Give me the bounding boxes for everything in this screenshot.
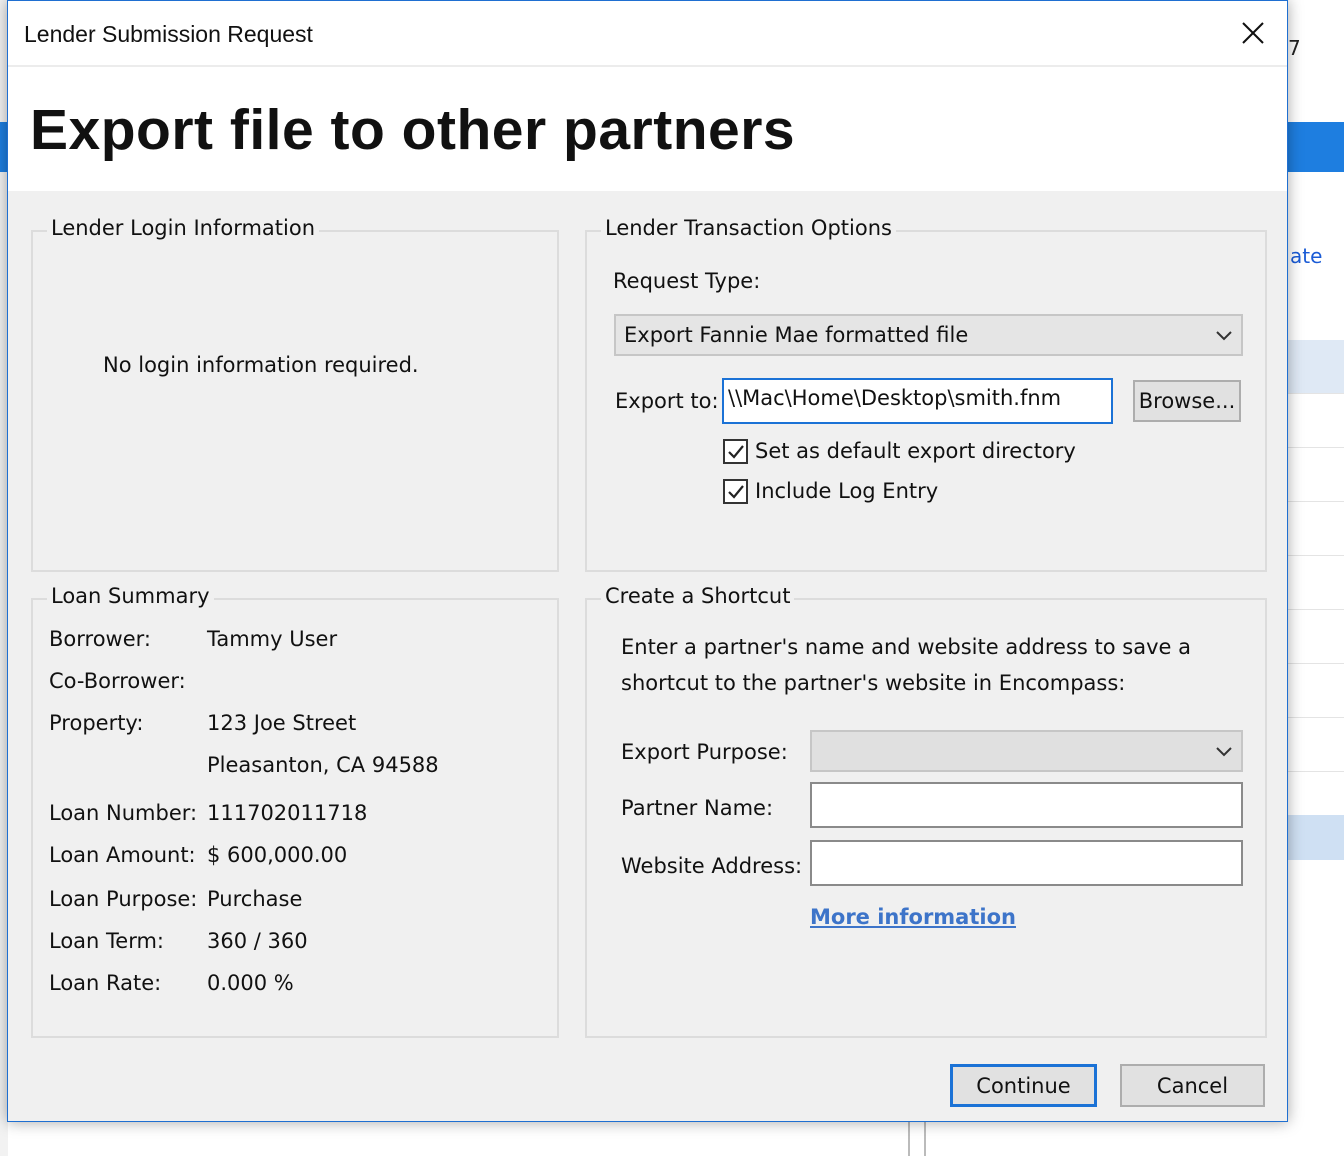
loan-purpose-label: Loan Purpose: bbox=[49, 887, 198, 911]
background-list bbox=[1288, 340, 1344, 820]
log-entry-checkbox[interactable] bbox=[723, 479, 748, 504]
loan-summary-group: Loan Summary Borrower: Tammy User Co-Bor… bbox=[31, 584, 559, 1038]
background-partial-number: 7 bbox=[1288, 36, 1301, 60]
partner-name-label: Partner Name: bbox=[621, 796, 774, 820]
more-information-link[interactable]: More information bbox=[810, 905, 1016, 929]
loan-summary-legend: Loan Summary bbox=[47, 584, 214, 608]
loan-amount-label: Loan Amount: bbox=[49, 843, 196, 867]
export-purpose-label: Export Purpose: bbox=[621, 740, 788, 764]
background-list-row bbox=[1288, 556, 1344, 610]
title-bar: Lender Submission Request bbox=[8, 1, 1287, 67]
cancel-button[interactable]: Cancel bbox=[1120, 1064, 1265, 1107]
background-list-row bbox=[1288, 394, 1344, 448]
export-to-label: Export to: bbox=[615, 389, 719, 413]
continue-button[interactable]: Continue bbox=[950, 1064, 1097, 1107]
transaction-options-legend: Lender Transaction Options bbox=[601, 216, 896, 240]
request-type-value: Export Fannie Mae formatted file bbox=[624, 323, 969, 347]
loan-amount-value: $ 600,000.00 bbox=[207, 843, 348, 867]
close-button[interactable] bbox=[1225, 1, 1281, 65]
borrower-value: Tammy User bbox=[207, 627, 338, 651]
loan-purpose-value: Purchase bbox=[207, 887, 303, 911]
loan-rate-value: 0.000 % bbox=[207, 971, 294, 995]
browse-button[interactable]: Browse... bbox=[1133, 380, 1241, 422]
background-list-row bbox=[1288, 664, 1344, 718]
background-list-row bbox=[1288, 502, 1344, 556]
dialog-title: Lender Submission Request bbox=[24, 21, 313, 47]
property-street-value: 123 Joe Street bbox=[207, 711, 357, 735]
request-type-label: Request Type: bbox=[613, 269, 761, 293]
default-directory-checkbox[interactable] bbox=[723, 439, 748, 464]
partner-name-field[interactable] bbox=[810, 782, 1243, 828]
export-path-value: \\Mac\Home\Desktop\smith.fnm bbox=[728, 386, 1062, 410]
background-scrollbar bbox=[908, 1122, 926, 1156]
loan-term-value: 360 / 360 bbox=[207, 929, 308, 953]
export-path-field[interactable]: \\Mac\Home\Desktop\smith.fnm bbox=[722, 378, 1113, 424]
export-purpose-dropdown[interactable] bbox=[810, 730, 1243, 772]
background-list-row bbox=[1288, 448, 1344, 502]
banner: Export file to other partners bbox=[8, 67, 1287, 191]
loan-term-label: Loan Term: bbox=[49, 929, 165, 953]
login-info-legend: Lender Login Information bbox=[47, 216, 320, 240]
shortcut-description-line1: Enter a partner's name and website addre… bbox=[621, 635, 1191, 659]
background-header-bar bbox=[1288, 122, 1344, 172]
request-type-dropdown[interactable]: Export Fannie Mae formatted file bbox=[614, 314, 1243, 356]
website-address-label: Website Address: bbox=[621, 854, 803, 878]
loan-number-label: Loan Number: bbox=[49, 801, 198, 825]
background-list-row bbox=[1288, 718, 1344, 772]
shortcut-description-line2: shortcut to the partner's website in Enc… bbox=[621, 671, 1126, 695]
background-list-row bbox=[1288, 610, 1344, 664]
chevron-down-icon bbox=[1216, 331, 1232, 341]
banner-title: Export file to other partners bbox=[30, 98, 796, 162]
checkmark-icon bbox=[727, 444, 744, 459]
property-label: Property: bbox=[49, 711, 144, 735]
borrower-label: Borrower: bbox=[49, 627, 151, 651]
background-list-row bbox=[1288, 340, 1344, 394]
login-info-group: Lender Login Information No login inform… bbox=[31, 216, 559, 572]
default-directory-label[interactable]: Set as default export directory bbox=[755, 439, 1076, 463]
loan-rate-label: Loan Rate: bbox=[49, 971, 162, 995]
transaction-options-group: Lender Transaction Options Request Type:… bbox=[585, 216, 1267, 572]
background-selected-row bbox=[1288, 815, 1344, 860]
property-city-value: Pleasanton, CA 94588 bbox=[207, 753, 439, 777]
co-borrower-label: Co-Borrower: bbox=[49, 669, 186, 693]
background-partial-link[interactable]: ate bbox=[1290, 244, 1322, 268]
log-entry-label[interactable]: Include Log Entry bbox=[755, 479, 938, 503]
loan-number-value: 111702011718 bbox=[207, 801, 368, 825]
checkmark-icon bbox=[727, 484, 744, 499]
no-login-message: No login information required. bbox=[103, 353, 419, 377]
close-icon bbox=[1242, 22, 1264, 44]
chevron-down-icon bbox=[1216, 747, 1232, 757]
lender-submission-dialog: Lender Submission Request Export file to… bbox=[7, 0, 1288, 1122]
website-address-field[interactable] bbox=[810, 840, 1243, 886]
create-shortcut-legend: Create a Shortcut bbox=[601, 584, 795, 608]
create-shortcut-group: Create a Shortcut Enter a partner's name… bbox=[585, 584, 1267, 1038]
